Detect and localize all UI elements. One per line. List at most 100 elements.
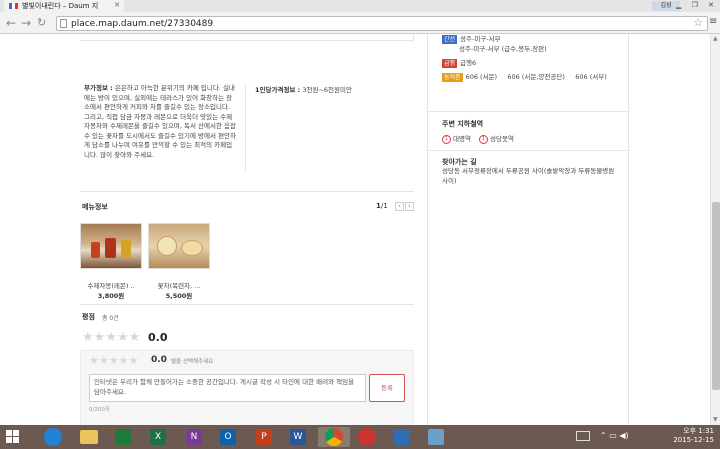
divider [80,40,414,41]
tray-icons[interactable]: ⌃ ▭ ◀) [600,431,629,440]
route-text: 성당동 서부정류장에서 두류공원 사이(솔밭악장과 두류동물병원 사이) [442,167,615,185]
submit-review-button[interactable]: 등록 [369,374,405,402]
subway-station[interactable]: 대명역 [453,135,471,143]
bus-row: 성주-미구-서부 (급수,봉두,장판) [442,44,626,54]
menu-item-name[interactable]: 꽃차(목련차, ... [148,280,210,290]
menu-page-total: /1 [380,202,388,210]
column-divider [427,34,428,425]
menu-pagination: 1/1 [376,202,388,210]
price-info-text: 3천원~6천원미만 [302,86,352,94]
bus-route[interactable]: 성주-미구-서부 (급수,봉두,장판) [459,45,547,53]
jar-shape [91,242,100,258]
chrome-icon [325,428,343,446]
menu-item-photo[interactable] [80,223,142,269]
scroll-thumb[interactable] [712,202,720,390]
subway-station[interactable]: 성당못역 [490,135,514,143]
teacup-shape [181,240,203,256]
rating-stars: ★★★★★ [82,330,141,345]
rating-title: 평점 [82,313,95,321]
paint-icon[interactable] [428,429,444,445]
clock-time: 오후 1:31 [683,427,714,435]
bus-badge: 급행 [442,58,458,68]
page-icon [60,19,67,28]
favicon-icon [9,3,18,9]
chrome-menu-icon[interactable]: ≡ [709,16,717,28]
price-info: 1인당가격정보 : 3천원~6천원미만 [255,84,405,94]
divider [80,191,414,192]
comment-textarea[interactable]: 인터넷은 우리가 함께 만들어가는 소중한 공간입니다. 게시글 작성 시 타인… [89,374,366,402]
excel-icon[interactable]: X [150,429,166,445]
address-text: place.map.daum.net/27330489 [71,19,214,29]
bus-row: 간선 성주-미구-서부 [442,34,626,44]
scroll-down-icon[interactable]: ▼ [713,416,718,423]
forward-icon[interactable]: → [21,16,31,30]
divider [428,111,628,112]
divider [80,304,414,305]
user-rating-score: 0.0 [151,355,167,365]
browser-tab[interactable]: 별빛이내린다 – Daum 지 ✕ [4,0,124,12]
media-player-icon[interactable] [358,428,376,446]
scroll-up-icon[interactable]: ▲ [713,35,718,42]
tab-strip: 별빛이내린다 – Daum 지 ✕ 김성 ▁ ❐ ✕ [0,0,720,12]
subway-list: 1 대명역 1 성당못역 [442,133,514,144]
address-bar[interactable]: place.map.daum.net/27330489 ☆ [56,16,708,31]
back-icon[interactable]: ← [6,16,16,30]
clock-date: 2015-12-15 [673,436,714,444]
chrome-taskbar-button[interactable] [318,427,350,447]
page-content: 부가정보 : 은은하고 아늑한 분위기의 카페 입니다. 실내에는 방이 있으며… [0,34,710,425]
extra-info: 부가정보 : 은은하고 아늑한 분위기의 카페 입니다. 실내에는 방이 있으며… [84,84,236,160]
subway-line-icon: 1 [479,134,489,144]
bus-row: 농어촌 606 (서문) 606 (서문,양전공단) 606 (서부) [442,72,626,82]
tab-title: 별빛이내린다 – Daum 지 [22,2,99,10]
file-explorer-icon[interactable] [80,430,98,444]
menu-item-price: 5,500원 [165,292,193,300]
internet-explorer-icon[interactable] [44,428,62,446]
powerpoint-icon[interactable]: P [256,429,272,445]
bus-row: 급행 급행6 [442,58,626,68]
bookmark-star-icon[interactable]: ☆ [693,17,703,29]
user-rating-hint: 별을 선택해주세요 [171,359,214,365]
user-rating-stars[interactable]: ★★★★★ [89,354,138,367]
char-count: 0/200자 [89,407,110,413]
teacup-shape [157,236,177,256]
menu-prev-button[interactable]: ‹ [395,202,404,211]
start-button[interactable] [6,430,20,444]
bus-info: 간선 성주-미구-서부 성주-미구-서부 (급수,봉두,장판) 급행 급행6 농어촌… [442,34,626,82]
jar-shape [105,238,116,258]
outlook-icon[interactable]: O [220,429,236,445]
column-divider [628,34,629,425]
menu-item-photo[interactable] [148,223,210,269]
jar-shape [121,240,131,258]
review-form: ★★★★★ 0.0 별을 선택해주세요 인터넷은 우리가 함께 만들어가는 소중… [80,350,414,425]
menu-title: 메뉴정보 [82,203,108,211]
bus-badge: 간선 [442,34,458,44]
clock[interactable]: 오후 1:31 2015-12-15 [673,427,714,445]
rating-score: 0.0 [148,331,168,344]
bus-route[interactable]: 606 (서문) 606 (서문,양전공단) 606 (서부) [466,73,607,81]
tab-close-icon[interactable]: ✕ [114,1,120,9]
keyboard-icon[interactable] [576,431,590,441]
bus-route[interactable]: 성주-미구-서부 [460,35,501,43]
window-controls[interactable]: ▁ ❐ ✕ [676,1,718,9]
rating-count: 총 0건 [102,315,119,322]
taskbar: X N O P W ⌃ ▭ ◀) 오후 1:31 2015-12-15 [0,425,720,449]
menu-item-name[interactable]: 수제자몽(레몬) .. [80,280,142,290]
extra-info-label: 부가정보 : [84,84,113,92]
remote-desktop-icon[interactable] [394,429,410,445]
browser-toolbar: ← → ↻ place.map.daum.net/27330489 ☆ ≡ [0,12,720,34]
price-info-label: 1인당가격정보 : [255,86,301,94]
bus-badge: 농어촌 [442,72,463,82]
bus-route[interactable]: 급행6 [460,59,476,67]
divider [428,150,628,151]
page-scrollbar[interactable]: ▲ ▼ [710,34,720,425]
menu-item-price: 3,800원 [97,292,125,300]
extra-info-text: 은은하고 아늑한 분위기의 카페 입니다. 실내에는 방이 있으며, 실외에는 … [84,84,237,159]
onenote-icon[interactable]: N [186,429,202,445]
subway-title: 주변 지하철역 [442,120,484,128]
menu-next-button[interactable]: › [405,202,414,211]
divider [245,84,246,172]
divider [413,34,414,42]
word-icon[interactable]: W [290,429,306,445]
store-icon[interactable] [115,429,131,445]
reload-icon[interactable]: ↻ [37,16,46,30]
